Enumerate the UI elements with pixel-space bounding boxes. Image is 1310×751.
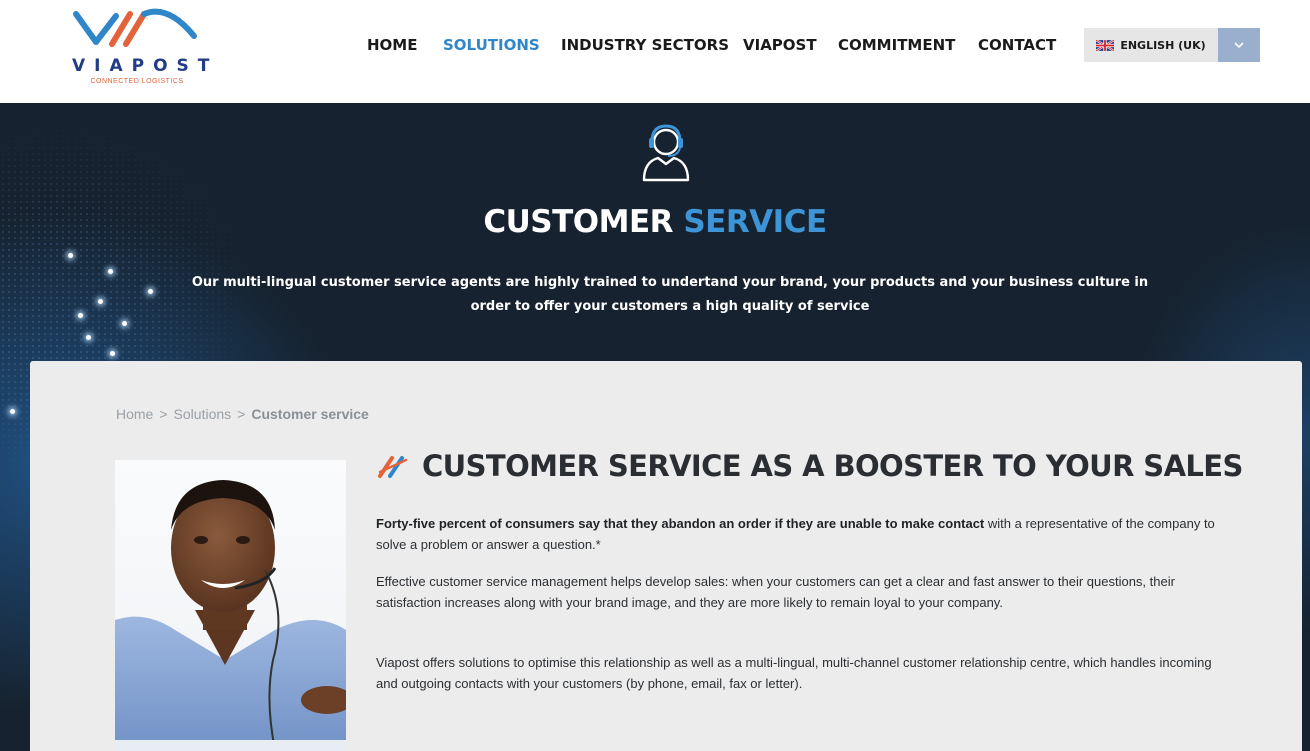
hero-banner: CUSTOMER SERVICE Our multi-lingual custo… (0, 103, 1310, 751)
chevron-down-icon (1234, 41, 1244, 48)
nav-contact[interactable]: CONTACT (978, 36, 1056, 54)
section-heading-text: CUSTOMER SERVICE AS A BOOSTER TO YOUR SA… (422, 449, 1243, 483)
glow-dot (98, 299, 103, 304)
paragraph-1-bold: Forty-five percent of consumers say that… (376, 516, 985, 531)
paragraph-1: Forty-five percent of consumers say that… (376, 513, 1236, 555)
uk-flag-icon (1096, 39, 1115, 51)
breadcrumb-separator: > (159, 406, 168, 422)
language-current[interactable]: ENGLISH (UK) (1084, 28, 1218, 62)
nav-solutions[interactable]: SOLUTIONS (443, 36, 540, 54)
breadcrumb-separator: > (237, 406, 246, 422)
agent-illustration (115, 480, 346, 751)
paragraph-3: Viapost offers solutions to optimise thi… (376, 655, 1212, 691)
language-dropdown-button[interactable] (1218, 28, 1260, 62)
language-label: ENGLISH (UK) (1120, 38, 1206, 52)
logo-wordmark: VIAPOST (72, 56, 219, 76)
glow-dot (86, 335, 91, 340)
glow-dot (148, 289, 153, 294)
nav-viapost[interactable]: VIAPOST (743, 36, 817, 54)
breadcrumb-home[interactable]: Home (116, 406, 153, 422)
hero-title: CUSTOMER SERVICE (0, 204, 1310, 240)
glow-dot (10, 409, 15, 414)
breadcrumb-solutions[interactable]: Solutions (174, 406, 232, 422)
hero-title-main: CUSTOMER (483, 204, 674, 240)
nav-commitment[interactable]: COMMITMENT (838, 36, 955, 54)
glow-dot (110, 351, 115, 356)
headset-agent-icon (642, 124, 690, 182)
double-slash-icon (378, 456, 408, 478)
breadcrumb-current: Customer service (251, 406, 369, 422)
logo-mark-icon (73, 8, 197, 47)
glow-dot (108, 269, 113, 274)
hero-description: Our multi-lingual customer service agent… (191, 275, 1149, 314)
content-card: Home > Solutions > Customer service CUST… (30, 361, 1302, 751)
language-selector[interactable]: ENGLISH (UK) (1084, 28, 1260, 62)
glow-dot (78, 313, 83, 318)
logo-tagline: CONNECTED LOGISTICS (90, 78, 184, 85)
viapost-logo[interactable]: VIAPOST CONNECTED LOGISTICS (62, 6, 212, 98)
nav-industry-sectors[interactable]: INDUSTRY SECTORS (561, 36, 729, 54)
glow-dot (122, 321, 127, 326)
hero-title-accent: SERVICE (683, 204, 827, 240)
breadcrumb: Home > Solutions > Customer service (116, 406, 369, 422)
glow-dot (68, 253, 73, 258)
customer-service-agent-photo (115, 460, 346, 751)
nav-home[interactable]: HOME (367, 36, 417, 54)
section-heading: CUSTOMER SERVICE AS A BOOSTER TO YOUR SA… (376, 449, 1243, 483)
paragraph-2: Effective customer service management he… (376, 574, 1175, 610)
site-header: VIAPOST CONNECTED LOGISTICS HOME SOLUTIO… (0, 0, 1310, 103)
